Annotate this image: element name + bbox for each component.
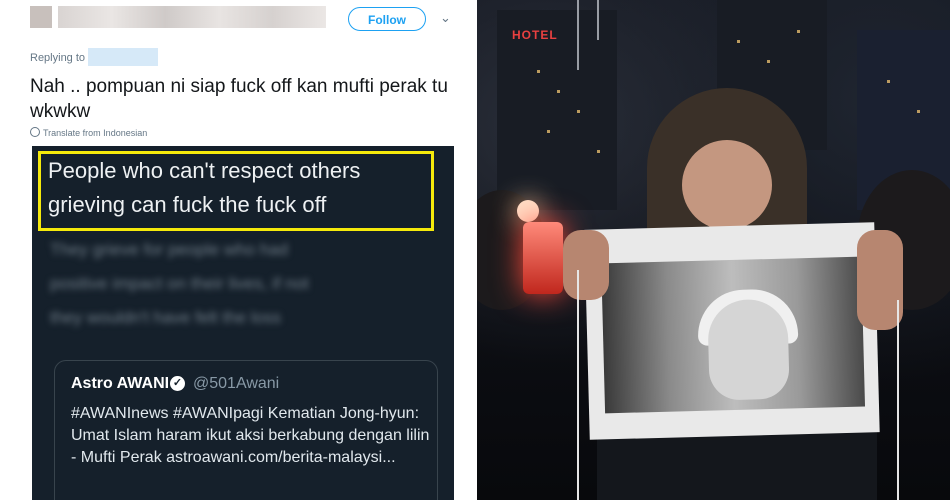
window-light [537, 70, 540, 73]
earphone-cable [577, 270, 579, 500]
window-light [767, 60, 770, 63]
translate-link[interactable]: Translate from Indonesian [30, 127, 147, 138]
window-light [597, 150, 600, 153]
quoted-author-name: Astro AWANI [71, 375, 170, 392]
blurred-text-line: they wouldn't have felt the loss [50, 308, 281, 327]
redacted-reply-handle[interactable] [88, 48, 158, 66]
hanging-string [577, 0, 579, 70]
neon-sign: HOTEL [512, 28, 558, 42]
replying-to-label: Replying to [30, 52, 86, 64]
window-light [547, 130, 550, 133]
candle-light [517, 200, 539, 222]
chevron-down-icon[interactable]: ⌄ [440, 10, 451, 26]
verified-badge-icon: ✓ [170, 376, 185, 391]
globe-icon [30, 127, 40, 137]
vigil-photo: HOTEL [477, 0, 950, 500]
avatar[interactable] [30, 6, 52, 28]
poster-photo [601, 256, 866, 414]
blurred-text-line: positive impact on their lives, if not [50, 274, 309, 293]
window-light [887, 80, 890, 83]
embedded-screenshot: People who can't respect others grieving… [32, 146, 454, 500]
quoted-tweet[interactable]: Astro AWANI ✓ @501Awani #AWANInews #AWAN… [54, 360, 438, 500]
quoted-tweet-text: #AWANInews #AWANIpagi Kematian Jong-hyun… [71, 405, 430, 466]
blurred-text-line: They grieve for people who had [50, 240, 289, 259]
window-light [557, 90, 560, 93]
redacted-username [58, 6, 326, 28]
memorial-poster [584, 222, 880, 440]
poster-face [707, 298, 790, 401]
quoted-author-handle: @501Awani [193, 375, 280, 392]
translate-label: Translate from Indonesian [43, 128, 148, 138]
earphone-cable [897, 300, 899, 500]
highlight-line-1: People who can't respect others [48, 158, 361, 183]
left-hand [563, 230, 609, 300]
highlight-line-2: grieving can fuck the fuck off [48, 192, 327, 217]
window-light [797, 30, 800, 33]
tweet-text: Nah .. pompuan ni siap fuck off kan muft… [30, 76, 448, 122]
window-light [737, 40, 740, 43]
follow-button[interactable]: Follow [348, 7, 426, 31]
tweet-panel: Follow ⌄ Replying to Nah .. pompuan ni s… [0, 0, 474, 500]
hanging-string [597, 0, 599, 40]
window-light [917, 110, 920, 113]
window-light [577, 110, 580, 113]
red-candle-cup [523, 222, 563, 294]
woman-face [682, 140, 772, 230]
